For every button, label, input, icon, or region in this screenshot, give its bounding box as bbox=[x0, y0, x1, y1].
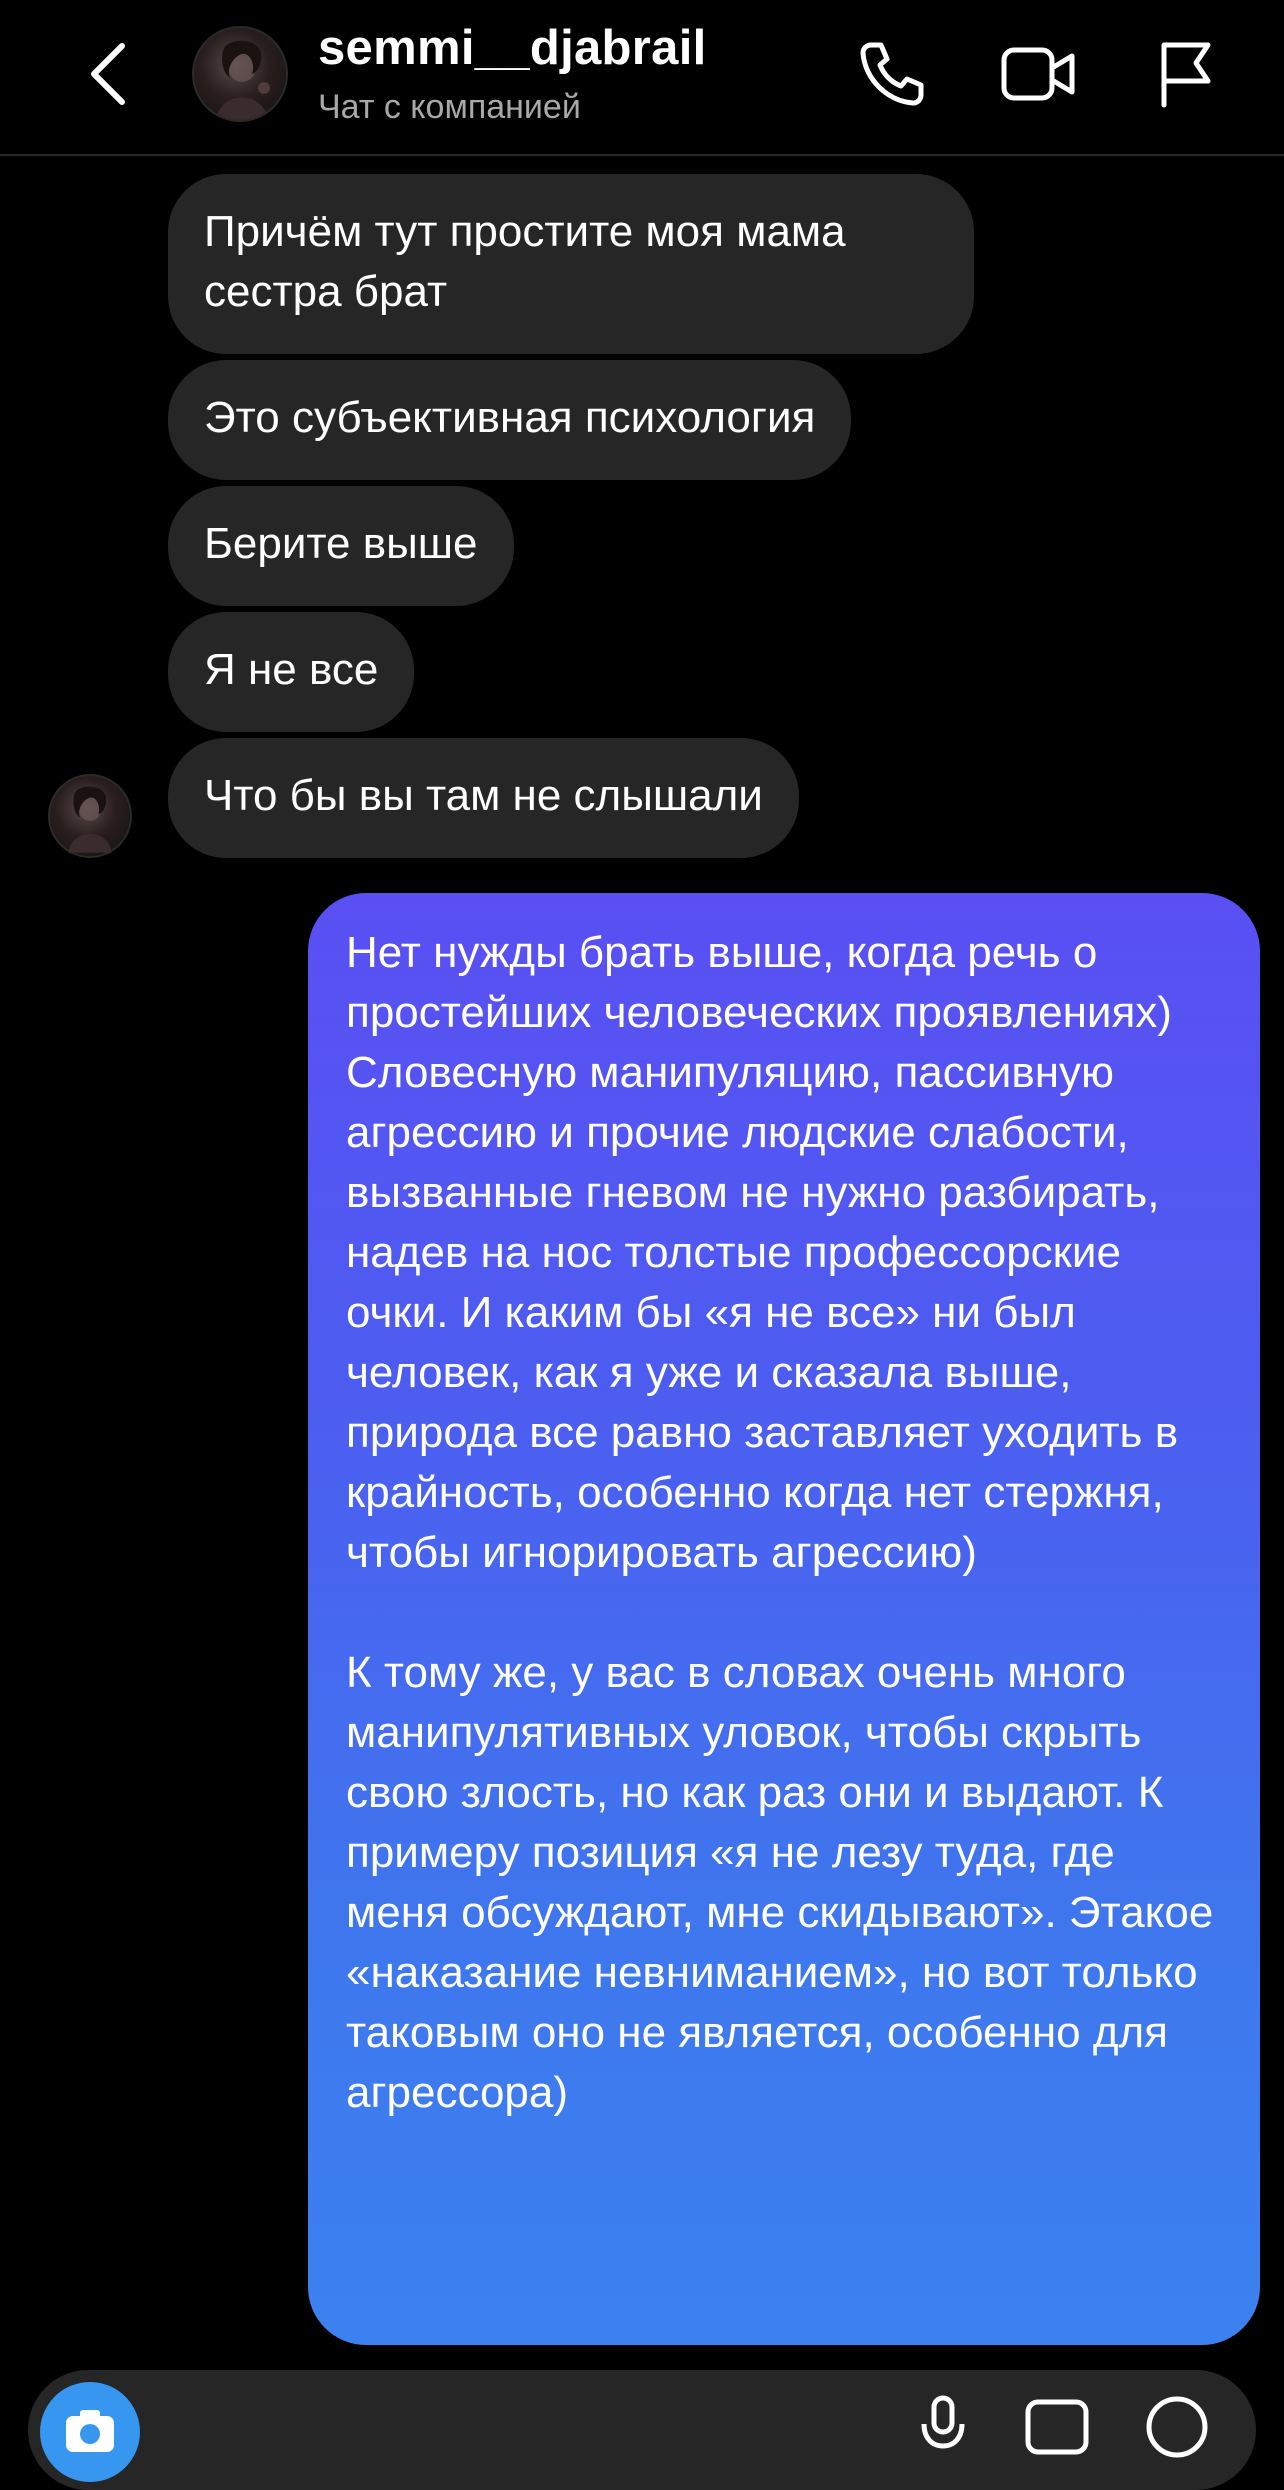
outgoing-message[interactable]: Нет нужды брать выше, когда речь о прост… bbox=[308, 893, 1260, 2345]
video-camera-icon bbox=[1001, 47, 1075, 101]
message-paragraph: К тому же, у вас в словах очень много ма… bbox=[346, 1648, 1214, 2117]
camera-button[interactable] bbox=[40, 2382, 140, 2482]
gallery-icon[interactable] bbox=[1022, 2392, 1092, 2462]
incoming-message[interactable]: Берите выше bbox=[168, 486, 514, 606]
message-text: Это субъективная психология bbox=[204, 393, 816, 442]
message-text: Я не все bbox=[204, 645, 379, 694]
message-line: сестра брат bbox=[204, 267, 448, 316]
incoming-message[interactable]: Что бы вы там не слышали bbox=[168, 738, 799, 858]
incoming-message[interactable]: Я не все bbox=[168, 612, 415, 732]
video-call-button[interactable] bbox=[998, 34, 1078, 114]
phone-icon bbox=[860, 42, 924, 106]
message-text: Что бы вы там не слышали bbox=[204, 771, 763, 820]
avatar-image bbox=[68, 786, 112, 853]
back-button[interactable] bbox=[78, 38, 138, 110]
chat-username[interactable]: semmi__djabrail bbox=[318, 20, 707, 76]
camera-icon bbox=[66, 2410, 114, 2452]
sticker-icon[interactable] bbox=[1142, 2392, 1212, 2462]
chat-subtitle: Чат с компанией bbox=[318, 88, 581, 126]
incoming-message[interactable]: Это субъективная психология bbox=[168, 360, 852, 480]
microphone-icon[interactable] bbox=[908, 2392, 978, 2462]
flag-icon bbox=[1161, 42, 1211, 108]
sender-avatar[interactable] bbox=[48, 774, 132, 858]
message-text: Берите выше bbox=[204, 519, 478, 568]
avatar-image bbox=[216, 40, 270, 120]
chevron-left-icon bbox=[91, 43, 125, 105]
avatar[interactable] bbox=[192, 26, 288, 122]
incoming-message[interactable]: Причём тут простите моя мама сестра брат bbox=[168, 174, 974, 354]
chat-header: semmi__djabrail Чат с компанией bbox=[0, 0, 1284, 156]
call-button[interactable] bbox=[852, 34, 932, 114]
message-paragraph: Нет нужды брать выше, когда речь о прост… bbox=[346, 928, 1179, 1577]
report-button[interactable] bbox=[1146, 34, 1226, 114]
message-line: Причём тут простите моя мама bbox=[204, 207, 846, 256]
